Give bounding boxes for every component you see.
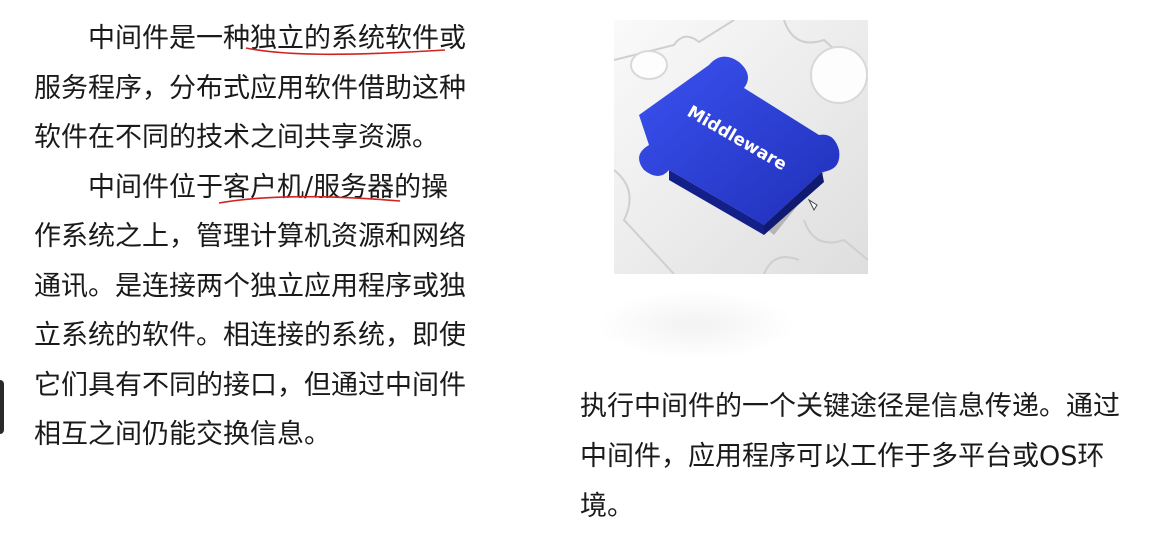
os-label: OS [1039, 441, 1078, 472]
middleware-puzzle-image: Middleware [614, 20, 868, 274]
left-text-column: 中间件是一种独立的系统软件 或服务程序，分布式应用软件借助这种软件在不同的技术之间… [34, 14, 474, 460]
p1-text-before: 中间件是一种 [88, 23, 250, 54]
red-underline-1 [246, 44, 445, 58]
red-underline-2 [219, 193, 400, 207]
paragraph-2: 中间件位于客户机/服务器 的操作系统之上，管理计算机资源和网络通讯。是连接两个独立… [34, 163, 474, 460]
paragraph-1: 中间件是一种独立的系统软件 或服务程序，分布式应用软件借助这种软件在不同的技术之间… [34, 14, 474, 163]
p2-text-before: 中间件位于 [88, 171, 223, 203]
image-reflection [596, 290, 796, 360]
side-panel-handle[interactable] [0, 380, 4, 434]
puzzle-illustration: Middleware [614, 20, 868, 274]
p2-text-after: 的操作系统之上，管理计算机资源和网络通讯。是连接两个独立应用程序或独立系统的软件… [34, 171, 466, 451]
highlight-independent-system-software: 独立的系统软件 [250, 23, 439, 54]
highlight-client-server: 客户机/服务器 [223, 172, 394, 203]
right-paragraph: 执行中间件的一个关键途径是信息传递。通过中间件，应用程序可以工作于多平台或OS环… [580, 382, 1120, 532]
